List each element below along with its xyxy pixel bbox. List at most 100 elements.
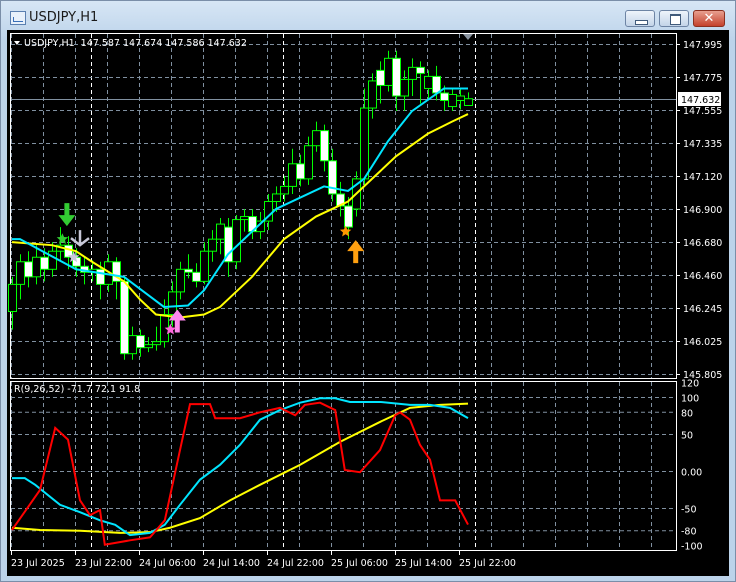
maximize-icon: [670, 14, 681, 25]
candle-body: [48, 250, 57, 270]
candle-body: [24, 261, 33, 278]
candle: [232, 215, 241, 270]
candle: [400, 70, 409, 112]
moving-averages: [11, 87, 469, 319]
candle-body: [208, 238, 217, 252]
indicator-tick-label: -50: [681, 505, 697, 516]
price-tick-label: 147.555: [683, 106, 722, 117]
candle: [384, 50, 393, 92]
candle: [280, 175, 289, 202]
chart-area[interactable]: 147.995 147.775 147.555 147.335 147.120 146.9…: [7, 30, 729, 576]
time-tick-label: 25 Jul 22:00: [459, 558, 516, 569]
candle-body: [320, 130, 329, 162]
price-tick-label: 147.995: [683, 40, 722, 51]
candle: [408, 58, 417, 96]
candle: [336, 181, 345, 217]
ma-fast-line: [12, 87, 468, 308]
time-tick-label: 25 Jul 06:00: [331, 558, 388, 569]
candle: [296, 154, 305, 187]
chart-shift-marker-icon[interactable]: [463, 34, 473, 40]
candle-body: [456, 95, 465, 102]
candle: [176, 261, 185, 300]
candle: [464, 92, 473, 106]
candle-body: [416, 66, 425, 74]
candle-body: [144, 344, 153, 349]
candle-body: [296, 163, 305, 180]
candle-body: [176, 268, 185, 293]
candle-body: [448, 93, 457, 108]
close-button[interactable]: ✕: [693, 10, 725, 27]
candle-body: [304, 145, 313, 180]
candle: [216, 218, 225, 255]
candle: [264, 193, 273, 231]
price-tick-label: 147.335: [683, 139, 722, 150]
candle-body: [360, 107, 369, 180]
candle: [136, 329, 145, 357]
candle: [456, 88, 465, 110]
candle: [144, 337, 153, 353]
candle: [240, 209, 249, 232]
price-chart[interactable]: 147.995 147.775 147.555 147.335 147.120 146.9…: [7, 30, 729, 576]
indicator-tick-label: 80: [681, 408, 693, 419]
candle: [448, 88, 457, 112]
candle: [192, 263, 201, 288]
candle: [128, 326, 137, 360]
indicator-red-line: [11, 401, 469, 546]
exit-arrow-icon: [70, 230, 90, 247]
candle-body: [464, 98, 473, 106]
candle-body: [152, 341, 161, 346]
candle-body: [232, 219, 241, 263]
indicator-tick-label: 120: [681, 379, 699, 390]
candle-body: [16, 261, 25, 285]
candle-body: [168, 291, 177, 316]
candle: [152, 326, 161, 351]
chart-info-label: USDJPY,H1 147.587 147.674 147.586 147.63…: [24, 38, 247, 49]
price-tick-label: 146.245: [683, 304, 722, 315]
candle-body: [368, 80, 377, 109]
indicator-info-label: R(9,26,52) -71.7 72.1 91.8: [14, 384, 140, 395]
candle-body: [272, 193, 281, 202]
candle: [288, 148, 297, 194]
indicator-tick-label: 50: [681, 431, 693, 442]
candle: [48, 242, 57, 277]
time-tick-label: 24 Jul 06:00: [139, 558, 196, 569]
buy-arrow-icon: [347, 240, 365, 264]
candle: [32, 245, 41, 285]
candle-body: [392, 57, 401, 97]
candle: [392, 50, 401, 112]
candle-body: [184, 268, 193, 273]
candle-body: [408, 66, 417, 80]
candle-body: [400, 78, 409, 97]
candle-body: [216, 223, 225, 240]
minimize-icon: [635, 20, 648, 25]
time-tick-label: 25 Jul 14:00: [395, 558, 452, 569]
candle: [24, 251, 33, 288]
indicator-tick-label: -80: [681, 527, 697, 538]
candle-body: [8, 283, 17, 312]
candle-body: [312, 130, 321, 147]
maximize-button[interactable]: [659, 10, 689, 27]
candle-body: [280, 185, 289, 195]
candle-body: [40, 256, 49, 270]
candle-body: [128, 335, 137, 355]
indicator-yellow-line: [11, 402, 469, 534]
window-title: USDJPY,H1: [29, 10, 99, 25]
candle: [184, 254, 193, 279]
candle: [16, 254, 25, 300]
candle-body: [432, 75, 441, 94]
candle-body: [376, 69, 385, 86]
time-tick-label: 23 Jul 22:00: [75, 558, 132, 569]
candle: [120, 276, 129, 360]
title-bar[interactable]: USDJPY,H1 ✕: [1, 1, 735, 32]
candle-body: [240, 216, 249, 221]
candle: [320, 124, 329, 172]
candle: [312, 121, 321, 152]
candle: [200, 242, 209, 285]
price-tick-label: 147.120: [683, 172, 722, 183]
candle: [424, 70, 433, 101]
candle-body: [120, 280, 129, 355]
candle: [360, 88, 369, 187]
close-icon: ✕: [703, 11, 715, 26]
minimize-button[interactable]: [625, 10, 655, 27]
candle-body: [440, 92, 449, 102]
